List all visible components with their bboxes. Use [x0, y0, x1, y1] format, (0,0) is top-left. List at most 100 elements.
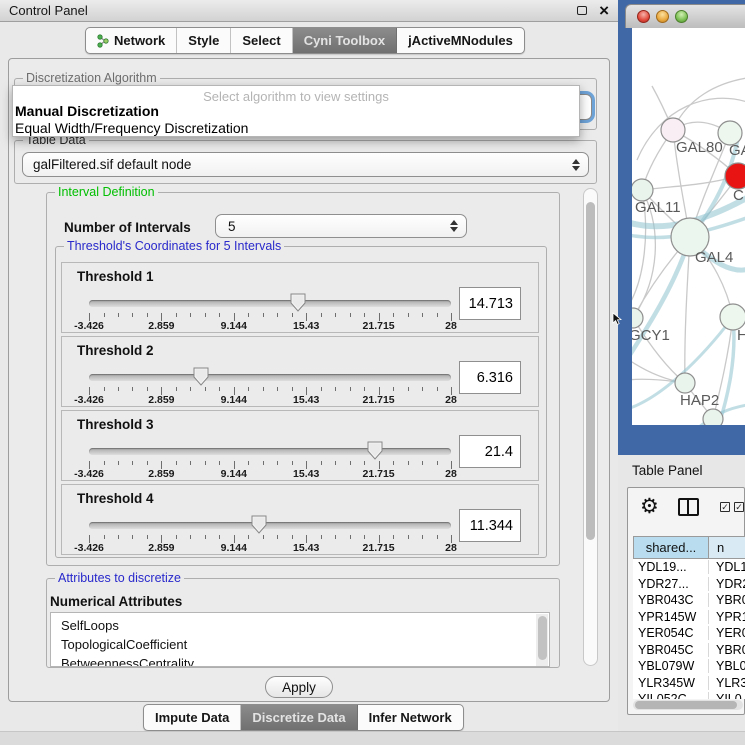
combo-arrows-icon: [572, 159, 580, 171]
option-manual-discretization[interactable]: Manual Discretization: [15, 103, 159, 119]
threshold-value-field[interactable]: 6.316: [459, 361, 521, 394]
table-row[interactable]: YBL079WYBL0: [633, 658, 745, 675]
network-node-gal11[interactable]: [632, 179, 653, 201]
column-header-shared-name[interactable]: shared...: [633, 536, 709, 559]
table-row[interactable]: YBR045CYBR0: [633, 642, 745, 659]
table-cell[interactable]: YPR1: [709, 610, 745, 624]
column-header-name[interactable]: n: [709, 536, 745, 559]
main-vertical-scrollbar[interactable]: [583, 188, 598, 666]
slider-tick-label: 21.715: [349, 542, 409, 554]
table-cell[interactable]: YER0: [709, 626, 745, 640]
tab-cyni-toolbox[interactable]: Cyni Toolbox: [293, 28, 397, 53]
network-node-red-node[interactable]: [725, 163, 745, 189]
table-cell[interactable]: YBR0: [709, 593, 745, 607]
slider-tick: [132, 387, 133, 391]
tab-jactivemnodules[interactable]: jActiveMNodules: [397, 28, 524, 53]
table-row[interactable]: YBR043CYBR0: [633, 592, 745, 609]
table-cell[interactable]: YIL0: [709, 692, 745, 699]
attributes-scrollbar-thumb[interactable]: [538, 616, 547, 660]
network-node-label: GAL80: [676, 139, 723, 156]
slider-tick-label: 21.715: [349, 468, 409, 480]
table-row[interactable]: YPR145WYPR1: [633, 609, 745, 626]
threshold-slider-track[interactable]: [89, 448, 451, 455]
tab-infer-network[interactable]: Infer Network: [358, 705, 463, 730]
table-cell[interactable]: YIL052C: [633, 692, 709, 699]
numerical-attributes-list[interactable]: SelfLoopsTopologicalCoefficientBetweenne…: [50, 612, 550, 667]
threshold-slider-track[interactable]: [89, 522, 451, 529]
attributes-group-title: Attributes to discretize: [55, 571, 184, 585]
table-cell[interactable]: YBL079W: [633, 659, 709, 673]
table-cell[interactable]: YER054C: [633, 626, 709, 640]
table-cell[interactable]: YBL0: [709, 659, 745, 673]
table-cell[interactable]: YDL19...: [633, 560, 709, 574]
tab-impute-data[interactable]: Impute Data: [144, 705, 241, 730]
table-cell[interactable]: YLR345W: [633, 676, 709, 690]
table-cell[interactable]: YBR043C: [633, 593, 709, 607]
threshold-slider-thumb[interactable]: [193, 367, 209, 386]
tab-style[interactable]: Style: [177, 28, 231, 53]
network-view-window[interactable]: GAL80GACGAL11GAL4GCY1HHAP2: [618, 0, 745, 455]
network-edge-highlighted[interactable]: [632, 237, 690, 364]
table-cell[interactable]: YDR2: [709, 577, 745, 591]
table-row[interactable]: YIL052CYIL0: [633, 691, 745, 699]
apply-button[interactable]: Apply: [265, 676, 333, 698]
slider-tick-label: 15.43: [276, 320, 336, 332]
threshold-slider-thumb[interactable]: [251, 515, 267, 534]
slider-tick: [321, 461, 322, 465]
checkbox-icon[interactable]: ✓: [734, 502, 744, 512]
threshold-slider-track[interactable]: [89, 300, 451, 307]
threshold-slider-thumb[interactable]: [367, 441, 383, 460]
table-cell[interactable]: YDR27...: [633, 577, 709, 591]
slider-tick: [147, 461, 148, 465]
algorithm-placeholder-option[interactable]: Select algorithm to view settings: [13, 89, 579, 104]
slider-tick: [364, 461, 365, 465]
network-window-titlebar[interactable]: [625, 4, 745, 28]
table-cell[interactable]: YDL1: [709, 560, 745, 574]
option-equal-width-frequency[interactable]: Equal Width/Frequency Discretization: [15, 120, 248, 136]
slider-tick-label: 15.43: [276, 394, 336, 406]
slider-tick: [118, 387, 119, 391]
gear-icon[interactable]: ⚙: [640, 494, 659, 520]
tab-select[interactable]: Select: [231, 28, 292, 53]
tab-discretize-data[interactable]: Discretize Data: [241, 705, 357, 730]
slider-tick: [190, 535, 191, 539]
threshold-value-field[interactable]: 21.4: [459, 435, 521, 468]
threshold-slider-track[interactable]: [89, 374, 451, 381]
network-node-gcy1[interactable]: [632, 308, 643, 328]
table-scrollbar-thumb[interactable]: [635, 701, 737, 709]
table-row[interactable]: YDR27...YDR2: [633, 576, 745, 593]
network-canvas[interactable]: GAL80GACGAL11GAL4GCY1HHAP2: [632, 28, 745, 425]
slider-tick: [248, 387, 249, 391]
network-node-bottom-node[interactable]: [703, 409, 723, 425]
table-data-combobox[interactable]: galFiltered.sif default node: [22, 152, 589, 177]
network-node-hap2[interactable]: [675, 373, 695, 393]
list-item-topologicalcoefficient[interactable]: TopologicalCoefficient: [51, 635, 549, 654]
table-horizontal-scrollbar[interactable]: [633, 700, 743, 710]
main-scrollbar-thumb[interactable]: [586, 202, 595, 540]
list-item-betweennesscentrality[interactable]: BetweennessCentrality: [51, 654, 549, 667]
tab-network[interactable]: Network: [86, 28, 177, 53]
attributes-scrollbar[interactable]: [536, 614, 548, 666]
table-row[interactable]: YDL19...YDL1: [633, 559, 745, 576]
zoom-traffic-light-icon[interactable]: [675, 10, 688, 23]
close-icon[interactable]: ×: [599, 6, 609, 16]
table-row[interactable]: YER054CYER0: [633, 625, 745, 642]
close-traffic-light-icon[interactable]: [637, 10, 650, 23]
threshold-value-field[interactable]: 14.713: [459, 287, 521, 320]
table-row[interactable]: YLR345WYLR3: [633, 675, 745, 692]
float-window-icon[interactable]: [577, 6, 587, 15]
slider-tick: [205, 535, 206, 539]
table-cell[interactable]: YPR145W: [633, 610, 709, 624]
table-cell[interactable]: YBR0: [709, 643, 745, 657]
checkbox-icon[interactable]: ✓: [720, 502, 730, 512]
table-cell[interactable]: YBR045C: [633, 643, 709, 657]
minimize-traffic-light-icon[interactable]: [656, 10, 669, 23]
slider-tick: [263, 313, 264, 317]
list-item-selfloops[interactable]: SelfLoops: [51, 616, 549, 635]
number-of-intervals-spinner[interactable]: 5: [215, 214, 467, 238]
table-cell[interactable]: YLR3: [709, 676, 745, 690]
columns-icon[interactable]: [678, 498, 699, 516]
threshold-slider-thumb[interactable]: [290, 293, 306, 312]
network-edge[interactable]: [685, 237, 690, 383]
threshold-value-field[interactable]: 11.344: [459, 509, 521, 542]
